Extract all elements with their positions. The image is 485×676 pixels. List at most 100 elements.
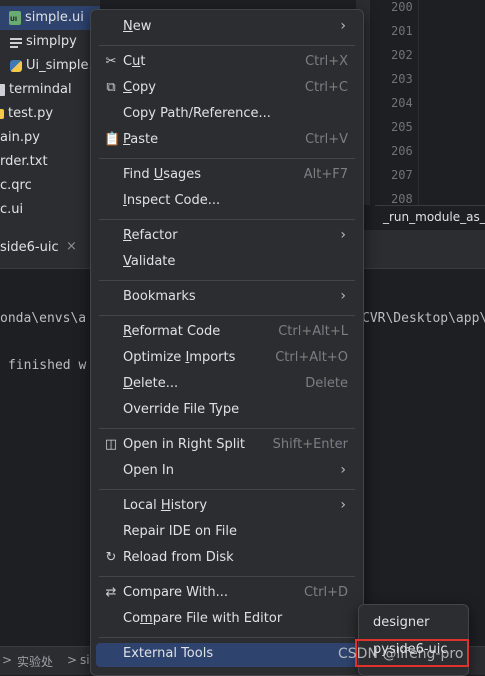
tree-item-qrc[interactable]: c.qrc — [0, 174, 32, 198]
console-line: CVR\Desktop\app\ — [362, 311, 485, 326]
context-menu: New › ✂ Cut Ctrl+X ⧉ Copy Ctrl+C Copy Pa… — [90, 9, 364, 676]
menu-separator — [99, 45, 355, 46]
chevron-right-icon: > — [2, 653, 13, 667]
menu-item-compare-with[interactable]: ⇄ Compare With... Ctrl+D — [96, 582, 358, 606]
tree-item-simple-ui[interactable]: simple.ui — [0, 6, 100, 30]
menu-item-label: Reload from Disk — [123, 550, 234, 565]
menu-item-copy-path[interactable]: Copy Path/Reference... — [96, 103, 358, 127]
menu-item-shortcut: Ctrl+D — [303, 585, 348, 600]
menu-item-label: Bookmarks — [123, 289, 196, 304]
menu-item-external-tools[interactable]: External Tools — [96, 643, 358, 667]
menu-item-find-usages[interactable]: Find Usages Alt+F7 — [96, 164, 358, 188]
menu-item-shortcut: Ctrl+Alt+L — [278, 324, 348, 339]
menu-item-label: Find Usages — [123, 167, 202, 182]
menu-item-copy[interactable]: ⧉ Copy Ctrl+C — [96, 77, 358, 101]
python-file-icon — [10, 59, 22, 72]
chevron-right-icon: › — [340, 462, 346, 478]
console-line: onda\envs\a — [0, 311, 87, 326]
menu-item-refactor[interactable]: Refactor › — [96, 225, 358, 249]
menu-item-shortcut: Shift+Enter — [272, 437, 348, 452]
ui-file-icon — [9, 10, 21, 25]
menu-item-reload-from-disk[interactable]: ↻ Reload from Disk — [96, 547, 358, 571]
menu-item-new[interactable]: New › — [96, 16, 358, 40]
menu-separator — [99, 489, 355, 490]
chevron-right-icon: › — [340, 288, 346, 304]
menu-separator — [99, 637, 355, 638]
submenu-item-designer[interactable]: designer — [373, 615, 429, 630]
tree-item-test-py[interactable]: test.py — [0, 102, 53, 126]
menu-item-validate[interactable]: Validate — [96, 251, 358, 275]
menu-separator — [99, 428, 355, 429]
chevron-right-icon: › — [340, 18, 346, 34]
line-number: 204 — [391, 96, 413, 110]
status-breadcrumb-item[interactable]: 实验处 — [17, 653, 53, 670]
menu-item-open-in-right-split[interactable]: ◫ Open in Right Split Shift+Enter — [96, 434, 358, 458]
menu-item-shortcut: Ctrl+C — [304, 80, 348, 95]
menu-separator — [99, 280, 355, 281]
menu-item-label: Local History — [123, 498, 208, 513]
menu-item-label: Compare With... — [123, 585, 229, 600]
scissors-icon: ✂ — [105, 54, 117, 69]
tree-item-main-py[interactable]: ain.py — [0, 126, 40, 150]
menu-item-label: Paste — [123, 132, 159, 147]
menu-item-label: Validate — [123, 254, 176, 269]
menu-item-delete[interactable]: Delete... Delete — [96, 373, 358, 397]
menu-item-paste[interactable]: 📋 Paste Ctrl+V — [96, 129, 358, 153]
menu-item-shortcut: Ctrl+X — [305, 54, 348, 69]
line-number: 206 — [391, 144, 413, 158]
menu-item-label: Override File Type — [123, 402, 240, 417]
chevron-right-icon: > — [67, 653, 78, 667]
line-number: 205 — [391, 120, 413, 134]
menu-item-label: Open In — [123, 463, 174, 478]
chevron-right-icon: › — [340, 497, 346, 513]
menu-separator — [99, 576, 355, 577]
console-line: finished w — [8, 358, 87, 373]
line-number: 208 — [391, 192, 413, 206]
close-icon[interactable]: × — [66, 239, 77, 254]
menu-item-optimize-imports[interactable]: Optimize Imports Ctrl+Alt+O — [96, 347, 358, 371]
status-breadcrumb-item[interactable]: si — [80, 653, 90, 667]
menu-item-label: Inspect Code... — [123, 193, 221, 208]
menu-item-compare-file-with-editor[interactable]: Compare File with Editor — [96, 608, 358, 632]
menu-item-label: Reformat Code — [123, 324, 221, 339]
line-number: 201 — [391, 24, 413, 38]
tree-item-termindal[interactable]: termindal — [0, 78, 72, 102]
editor-breadcrumb[interactable]: _run_module_as_ — [375, 205, 485, 228]
chevron-right-icon: › — [340, 227, 346, 243]
menu-item-bookmarks[interactable]: Bookmarks › — [96, 286, 358, 310]
menu-item-reformat-code[interactable]: Reformat Code Ctrl+Alt+L — [96, 321, 358, 345]
menu-item-local-history[interactable]: Local History › — [96, 495, 358, 519]
tree-item-order-txt[interactable]: rder.txt — [0, 150, 48, 174]
menu-item-label: Compare File with Editor — [123, 611, 283, 626]
menu-item-shortcut: Ctrl+Alt+O — [275, 350, 348, 365]
copy-icon: ⧉ — [106, 80, 116, 95]
menu-item-shortcut: Ctrl+V — [305, 132, 348, 147]
menu-item-shortcut: Alt+F7 — [303, 167, 348, 182]
watermark: CSDN @lifeng-pro — [338, 646, 464, 662]
menu-item-override-file-type[interactable]: Override File Type — [96, 399, 358, 423]
menu-item-open-in[interactable]: Open In › — [96, 460, 358, 484]
menu-item-label: External Tools — [123, 646, 214, 661]
tree-item-c-ui[interactable]: c.ui — [0, 198, 23, 222]
reload-icon: ↻ — [105, 550, 117, 565]
split-icon: ◫ — [104, 437, 118, 452]
code-editor[interactable] — [418, 0, 485, 205]
menu-item-repair-ide[interactable]: Repair IDE on File — [96, 521, 358, 545]
menu-separator — [99, 219, 355, 220]
menu-item-label: Cut — [123, 54, 146, 69]
run-tab-pyside6-uic[interactable]: side6-uic — [0, 240, 59, 255]
menu-separator — [99, 158, 355, 159]
project-tree: simple.ui simplpy Ui_simple. termindal t… — [0, 0, 100, 230]
menu-item-shortcut: Delete — [305, 376, 348, 391]
text-file-icon — [10, 36, 22, 48]
menu-item-inspect-code[interactable]: Inspect Code... — [96, 190, 358, 214]
line-number: 207 — [391, 168, 413, 182]
tree-item-ui-simple[interactable]: Ui_simple. — [0, 54, 93, 78]
menu-separator — [99, 315, 355, 316]
line-number: 200 — [391, 0, 413, 14]
menu-item-label: Open in Right Split — [123, 437, 246, 452]
tree-item-simplpy[interactable]: simplpy — [0, 30, 77, 54]
python-file-icon — [0, 108, 4, 119]
menu-item-cut[interactable]: ✂ Cut Ctrl+X — [96, 51, 358, 75]
menu-item-label: Optimize Imports — [123, 350, 236, 365]
